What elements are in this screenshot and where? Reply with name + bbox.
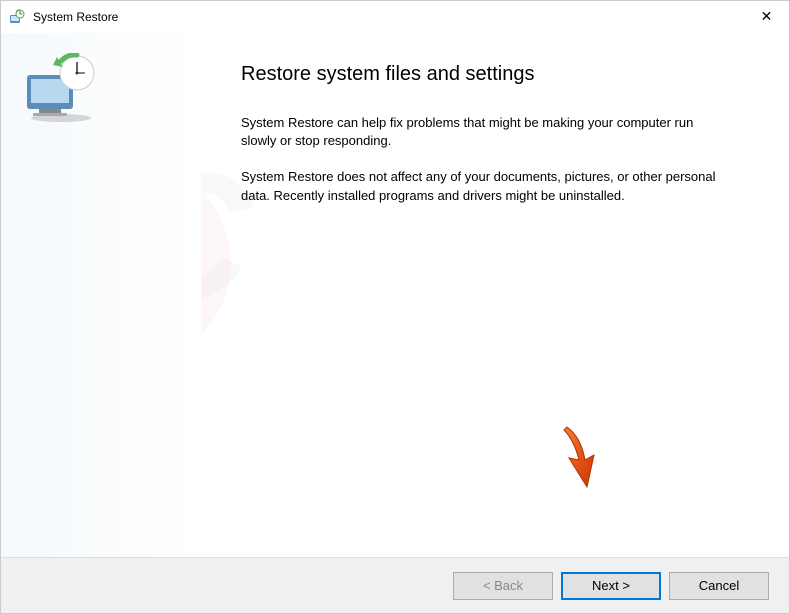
cancel-button[interactable]: Cancel xyxy=(669,572,769,600)
window-title: System Restore xyxy=(33,10,118,24)
wizard-content: Restore system files and settings System… xyxy=(201,33,789,557)
system-restore-window: System Restore ✕ PC xyxy=(0,0,790,614)
description-para-2: System Restore does not affect any of yo… xyxy=(241,168,729,204)
wizard-button-bar: < Back Next > Cancel xyxy=(1,557,789,613)
next-button[interactable]: Next > xyxy=(561,572,661,600)
back-button: < Back xyxy=(453,572,553,600)
close-icon: ✕ xyxy=(761,8,773,25)
description-para-1: System Restore can help fix problems tha… xyxy=(241,114,729,150)
wizard-sidebar xyxy=(1,33,201,557)
titlebar: System Restore ✕ xyxy=(1,1,789,33)
close-button[interactable]: ✕ xyxy=(744,1,789,31)
system-restore-icon xyxy=(21,53,101,123)
restore-titlebar-icon xyxy=(9,9,25,25)
wizard-body: PC Restore system files xyxy=(1,33,789,557)
page-heading: Restore system files and settings xyxy=(241,63,729,86)
